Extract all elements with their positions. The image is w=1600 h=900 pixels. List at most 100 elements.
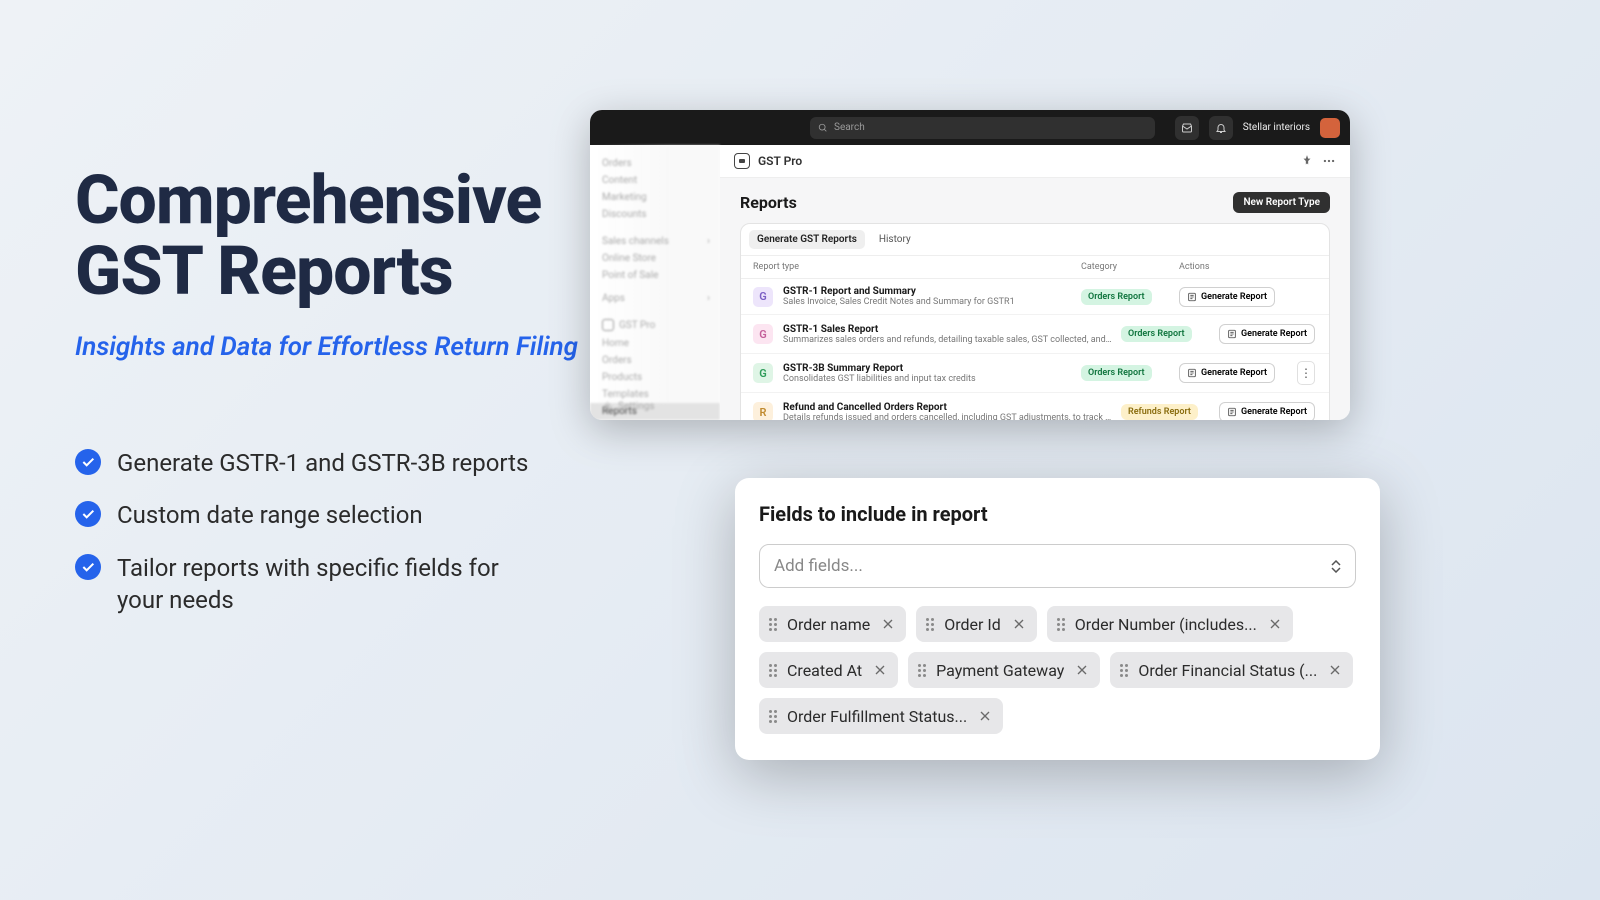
row-text: GSTR-3B Summary Report Consolidates GST …	[783, 363, 1073, 384]
generate-report-button[interactable]: Generate Report	[1179, 287, 1275, 307]
sidebar-item[interactable]: Content	[590, 172, 720, 189]
table-row[interactable]: G GSTR-1 Report and Summary Sales Invoic…	[741, 279, 1329, 315]
field-chip[interactable]: Payment Gateway	[908, 652, 1100, 688]
sidebar-gst-pro[interactable]: GST Pro	[590, 315, 720, 335]
new-report-button[interactable]: New Report Type	[1233, 192, 1330, 213]
sidebar-item[interactable]: Orders	[590, 155, 720, 172]
sidebar-item[interactable]: Orders	[590, 352, 720, 369]
row-letter-badge: G	[753, 324, 773, 344]
field-chip[interactable]: Order Fulfillment Status...	[759, 698, 1003, 734]
hero-tagline: Insights and Data for Effortless Return …	[75, 332, 675, 362]
drag-handle-icon[interactable]	[769, 710, 777, 723]
row-text: GSTR-1 Sales Report Summarizes sales ord…	[783, 324, 1113, 345]
column-headers: Report type Category Actions	[741, 256, 1329, 279]
sidebar-item[interactable]: Home	[590, 335, 720, 352]
tab-generate-reports[interactable]: Generate GST Reports	[749, 230, 865, 249]
combobox-caret-icon	[1331, 560, 1341, 573]
drag-handle-icon[interactable]	[769, 618, 777, 631]
feature-bullet: Generate GSTR-1 and GSTR-3B reports	[75, 447, 675, 479]
search-placeholder: Search	[834, 122, 865, 133]
sidebar-item[interactable]: Products	[590, 369, 720, 386]
table-row[interactable]: G GSTR-3B Summary Report Consolidates GS…	[741, 354, 1329, 393]
row-letter-badge: G	[753, 287, 773, 307]
user-avatar[interactable]	[1320, 118, 1340, 138]
row-description: Details refunds issued and orders cancel…	[783, 413, 1113, 421]
more-icon[interactable]	[1322, 154, 1336, 168]
sidebar-item[interactable]: Sales channels	[590, 233, 720, 250]
table-row[interactable]: R Refund and Cancelled Orders Report Det…	[741, 393, 1329, 420]
chip-label: Order Fulfillment Status...	[787, 707, 967, 726]
inbox-button[interactable]	[1175, 116, 1199, 140]
bullet-text: Custom date range selection	[117, 499, 423, 531]
drag-handle-icon[interactable]	[1057, 618, 1065, 631]
field-chip[interactable]: Order Number (includes...	[1047, 606, 1293, 642]
add-fields-combobox[interactable]: Add fields...	[759, 544, 1356, 588]
row-description: Consolidates GST liabilities and input t…	[783, 374, 1073, 384]
feature-bullet: Custom date range selection	[75, 499, 675, 531]
sidebar-apps-header[interactable]: Apps	[590, 290, 720, 307]
feature-bullets: Generate GSTR-1 and GSTR-3B reports Custo…	[75, 447, 675, 617]
field-chip[interactable]: Created At	[759, 652, 898, 688]
chip-label: Order Financial Status (...	[1138, 661, 1317, 680]
field-chip[interactable]: Order name	[759, 606, 906, 642]
generate-report-button[interactable]: Generate Report	[1219, 402, 1315, 420]
bullet-text: Tailor reports with specific fields for …	[117, 552, 537, 617]
sidebar-item[interactable]: Online Store	[590, 250, 720, 267]
row-description: Sales Invoice, Sales Credit Notes and Su…	[783, 297, 1073, 307]
field-chip[interactable]: Order Id	[916, 606, 1037, 642]
store-name[interactable]: Stellar interiors	[1243, 122, 1310, 133]
remove-chip-button[interactable]	[1074, 662, 1090, 678]
bullet-text: Generate GSTR-1 and GSTR-3B reports	[117, 447, 528, 479]
remove-chip-button[interactable]	[880, 616, 896, 632]
col-report-type: Report type	[753, 262, 1073, 272]
row-letter-badge: G	[753, 363, 773, 383]
row-title: GSTR-3B Summary Report	[783, 363, 1073, 374]
row-text: GSTR-1 Report and Summary Sales Invoice,…	[783, 286, 1073, 307]
remove-chip-button[interactable]	[1267, 616, 1283, 632]
inbox-icon	[1181, 122, 1193, 134]
row-more-button[interactable]: ⋮	[1297, 361, 1315, 385]
category-badge: Refunds Report	[1121, 404, 1198, 420]
table-row[interactable]: G GSTR-1 Sales Report Summarizes sales o…	[741, 315, 1329, 354]
remove-chip-button[interactable]	[1327, 662, 1343, 678]
fields-title: Fields to include in report	[759, 502, 1356, 526]
category-badge: Orders Report	[1081, 289, 1152, 305]
tabs: Generate GST Reports History	[741, 224, 1329, 256]
generate-report-button[interactable]: Generate Report	[1179, 363, 1275, 383]
drag-handle-icon[interactable]	[769, 664, 777, 677]
drag-handle-icon[interactable]	[926, 618, 934, 631]
row-text: Refund and Cancelled Orders Report Detai…	[783, 402, 1113, 421]
row-title: GSTR-1 Report and Summary	[783, 286, 1073, 297]
category-badge: Orders Report	[1121, 326, 1192, 342]
field-chip[interactable]: Order Financial Status (...	[1110, 652, 1353, 688]
remove-chip-button[interactable]	[872, 662, 888, 678]
reports-card: Generate GST Reports History Report type…	[740, 223, 1330, 420]
col-category: Category	[1081, 262, 1171, 272]
chip-label: Order Number (includes...	[1075, 615, 1257, 634]
row-letter-badge: R	[753, 402, 773, 420]
notifications-button[interactable]	[1209, 116, 1233, 140]
report-icon	[1227, 407, 1237, 417]
hero-headline: Comprehensive GST Reports	[75, 165, 675, 308]
app-logo-icon	[734, 153, 750, 169]
fields-panel: Fields to include in report Add fields..…	[735, 478, 1380, 760]
app-body: GST Pro Reports New Report Type Generate…	[720, 145, 1350, 420]
remove-chip-button[interactable]	[977, 708, 993, 724]
category-badge: Orders Report	[1081, 365, 1152, 381]
sidebar-item[interactable]: Discounts	[590, 206, 720, 223]
headline-line-2: GST Reports	[75, 231, 453, 311]
generate-report-label: Generate Report	[1241, 329, 1307, 339]
row-description: Summarizes sales orders and refunds, det…	[783, 335, 1113, 345]
sidebar-item[interactable]: Marketing	[590, 189, 720, 206]
sidebar-item[interactable]: Point of Sale	[590, 267, 720, 284]
sidebar: Orders Content Marketing Discounts Sales…	[590, 145, 720, 420]
generate-report-label: Generate Report	[1201, 292, 1267, 302]
search-input[interactable]: Search	[810, 117, 1155, 139]
generate-report-button[interactable]: Generate Report	[1219, 324, 1315, 344]
sidebar-settings[interactable]: Settings	[602, 401, 655, 412]
pin-icon[interactable]	[1300, 154, 1314, 168]
remove-chip-button[interactable]	[1011, 616, 1027, 632]
drag-handle-icon[interactable]	[918, 664, 926, 677]
drag-handle-icon[interactable]	[1120, 664, 1128, 677]
tab-history[interactable]: History	[871, 230, 919, 249]
